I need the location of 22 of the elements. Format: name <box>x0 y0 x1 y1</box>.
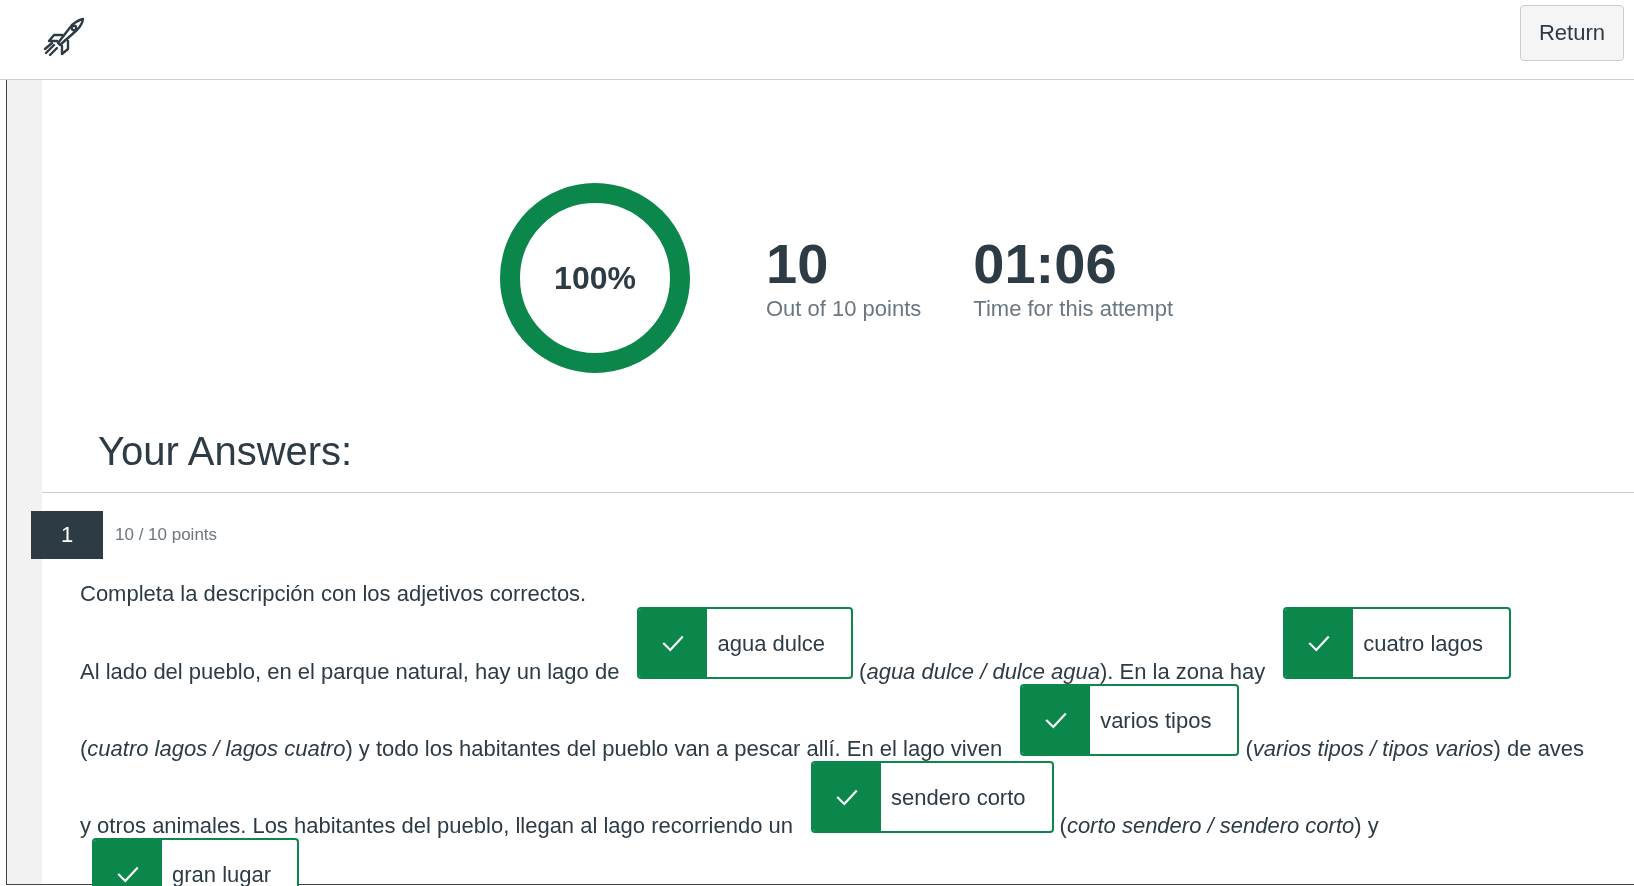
passage-text: (cuatro lagos / lagos cuatro) y todo los habitantes del pueblo van a pescar allí. En el lago viven <box>80 735 1003 763</box>
answer-box: gran lugar <box>92 838 300 886</box>
passage-text: (agua dulce / dulce agua). En la zona hay <box>859 658 1266 686</box>
score-percent: 100% <box>553 259 637 298</box>
answer-box: varios tipos <box>1020 684 1240 756</box>
passage-text: (corto sendero / sendero corto) y <box>1059 812 1379 840</box>
question-instruction: Completa la descripción con los adjetivos correctos. <box>80 580 588 608</box>
time-label: Time for this attempt <box>973 295 1173 323</box>
question-number: 1 <box>31 511 103 559</box>
passage-text: y otros animales. Los habitantes del pueblo, llegan al lago recorriendo un <box>80 812 793 840</box>
rocket-icon[interactable] <box>42 16 86 59</box>
points-value: 10 <box>766 233 830 295</box>
answer-box: cuatro lagos <box>1283 607 1511 679</box>
answer-box: sendero corto <box>811 761 1054 833</box>
passage-text: Al lado del pueblo, en el parque natural, hay un lago de <box>80 658 620 686</box>
question-points: 10 / 10 points <box>115 525 218 545</box>
time-value: 01:06 <box>973 233 1118 295</box>
return-button[interactable]: Return <box>1519 4 1624 61</box>
passage-text: (varios tipos / tipos varios) de aves <box>1245 735 1585 763</box>
points-label: Out of 10 points <box>766 295 922 323</box>
answers-heading: Your Answers: <box>98 428 354 475</box>
answer-box: agua dulce <box>637 607 854 679</box>
